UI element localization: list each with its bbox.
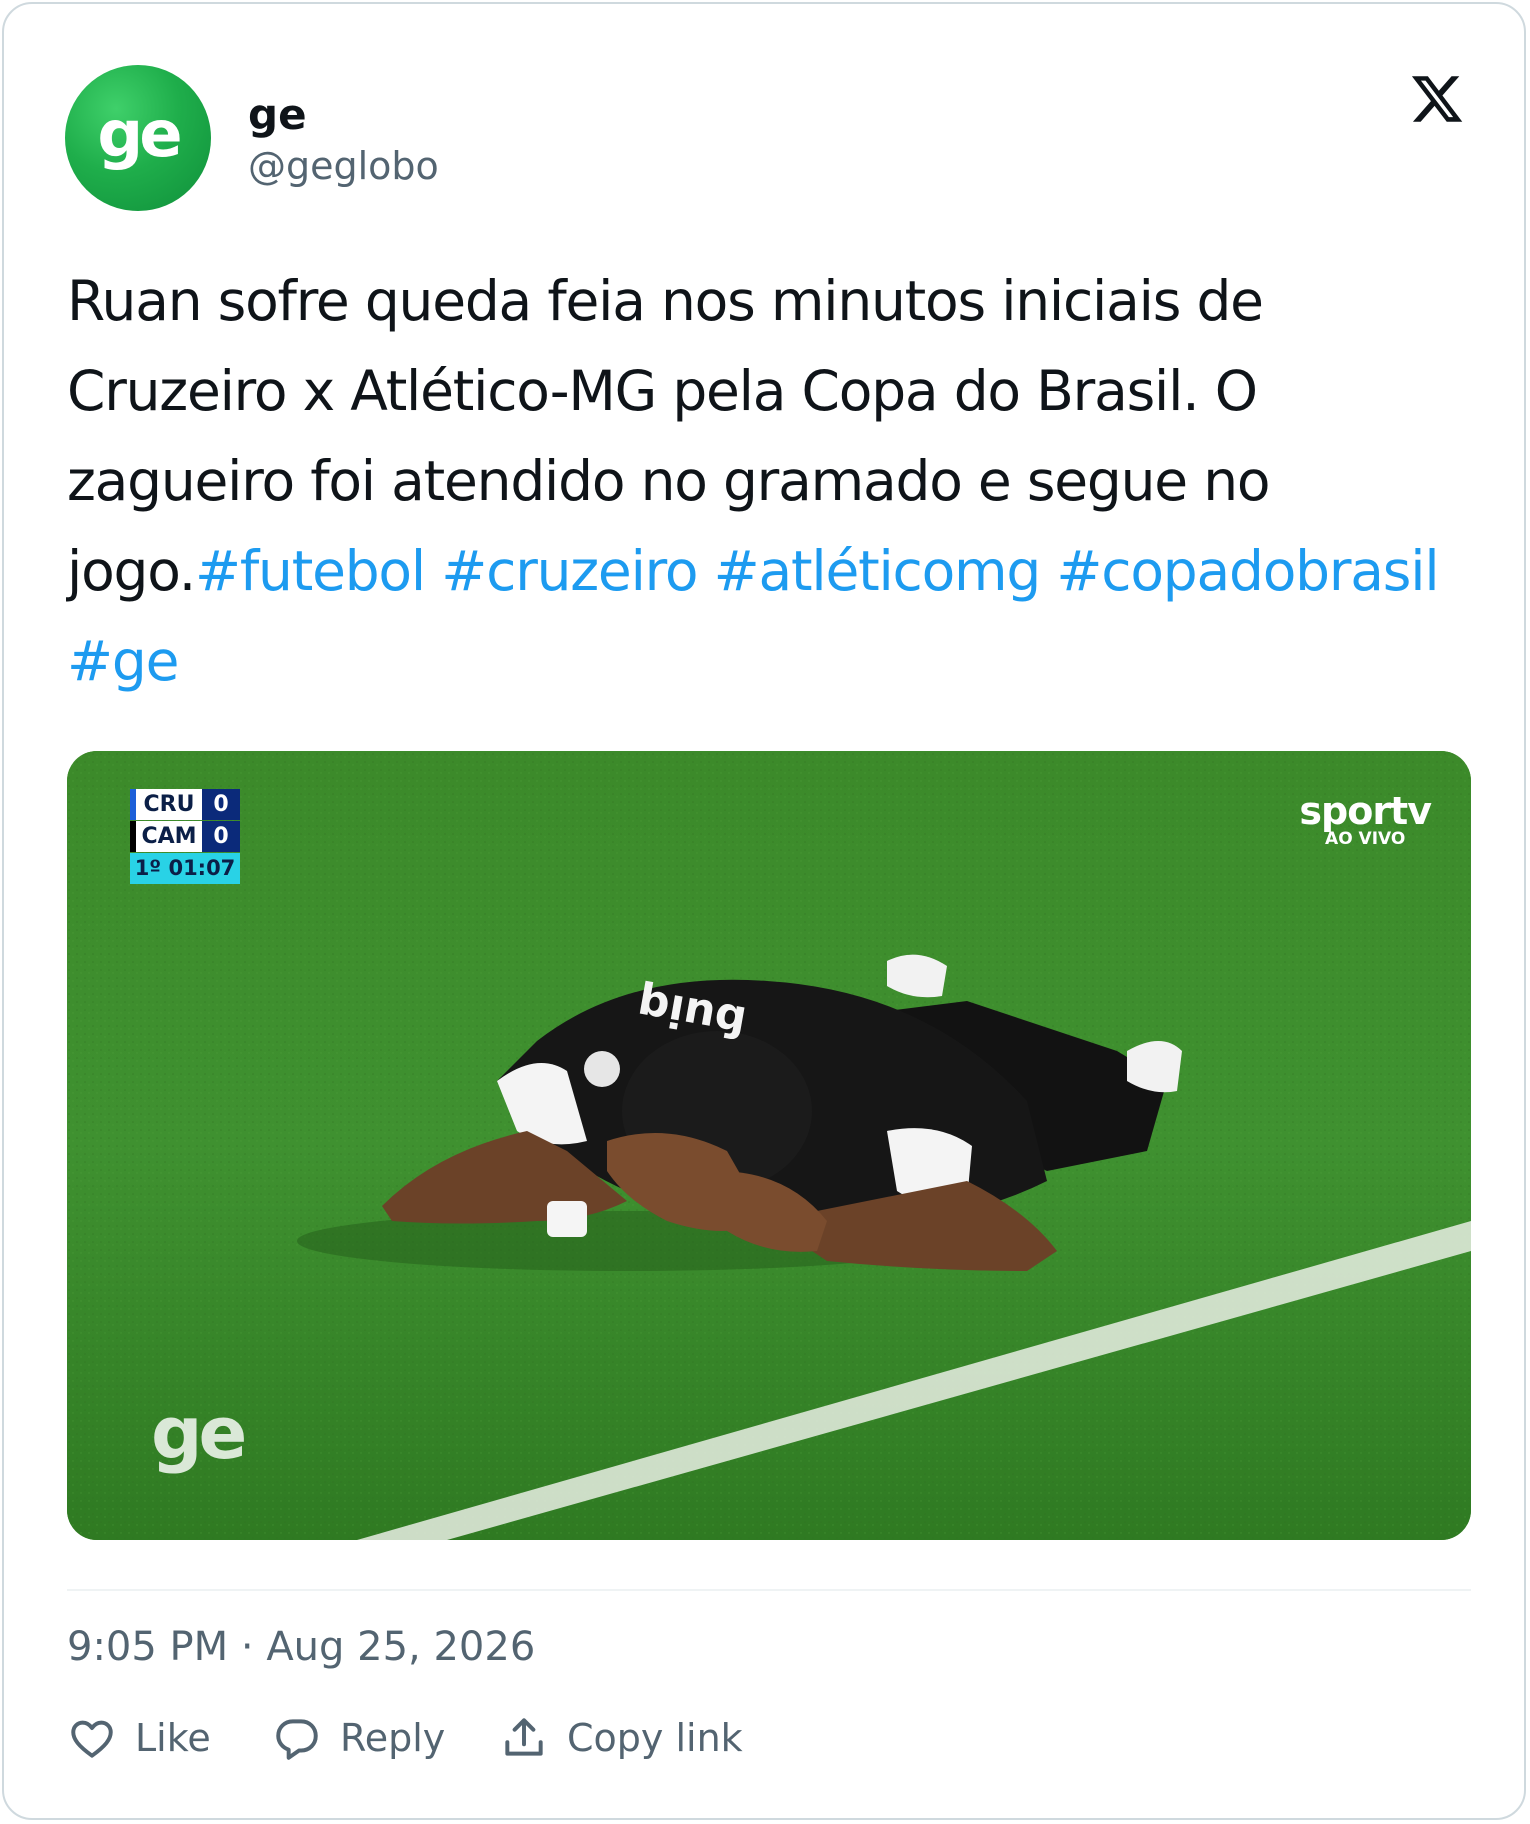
speech-bubble-icon [276,1719,318,1760]
author-display-name[interactable]: ge [248,90,307,139]
hashtag-link[interactable]: #atléticomg [714,539,1042,603]
heart-icon [71,1720,113,1758]
hashtag-link[interactable]: #cruzeiro [441,539,698,603]
reply-label: Reply [340,1716,446,1760]
hashtag-link[interactable]: #futebol [195,539,426,603]
copy-link-label: Copy link [567,1716,743,1760]
scoreboard-score: 0 [202,821,240,852]
scoreboard-overlay: CRU 0 CAM 0 1º 01:07 [130,789,240,884]
author-handle[interactable]: @geglobo [248,144,439,188]
hashtag-link[interactable]: #copadobrasil [1056,539,1439,603]
tweet-card: ge ge @geglobo Ruan sofre queda feia nos… [2,2,1526,1820]
scoreboard-team: CRU [130,789,202,820]
scoreboard-clock: 1º 01:07 [130,853,240,884]
football-pitch-scene: ɓuiq [67,751,1471,1540]
scoreboard-score: 0 [202,789,240,820]
divider [67,1589,1471,1591]
action-bar: Like Reply Copy link [67,1710,743,1766]
avatar-logo-text: ge [97,98,182,172]
avatar[interactable]: ge [65,65,211,211]
tweet-media-image[interactable]: ɓuiq CRU 0 CAM 0 1º 01:07 sportv AO VIVO… [67,751,1471,1540]
hashtag-link[interactable]: #ge [67,629,179,693]
broadcaster-logo: sportv AO VIVO [1299,789,1432,849]
ge-watermark: ge [151,1391,247,1475]
copy-link-button[interactable]: Copy link [499,1713,743,1763]
tweet-timestamp[interactable]: 9:05 PM · Aug 25, 2026 [67,1624,535,1670]
upload-arrow-icon [505,1718,543,1756]
tweet-text: Ruan sofre queda feia nos minutos inicia… [67,256,1487,706]
scoreboard-team: CAM [130,821,202,852]
x-logo-icon[interactable] [1408,71,1466,127]
scoreboard-row: CAM 0 [130,821,240,852]
like-label: Like [135,1716,211,1760]
broadcaster-brand: sportv [1299,789,1432,833]
like-button[interactable]: Like [67,1713,272,1763]
scoreboard-row: CRU 0 [130,789,240,820]
reply-button[interactable]: Reply [272,1713,499,1763]
